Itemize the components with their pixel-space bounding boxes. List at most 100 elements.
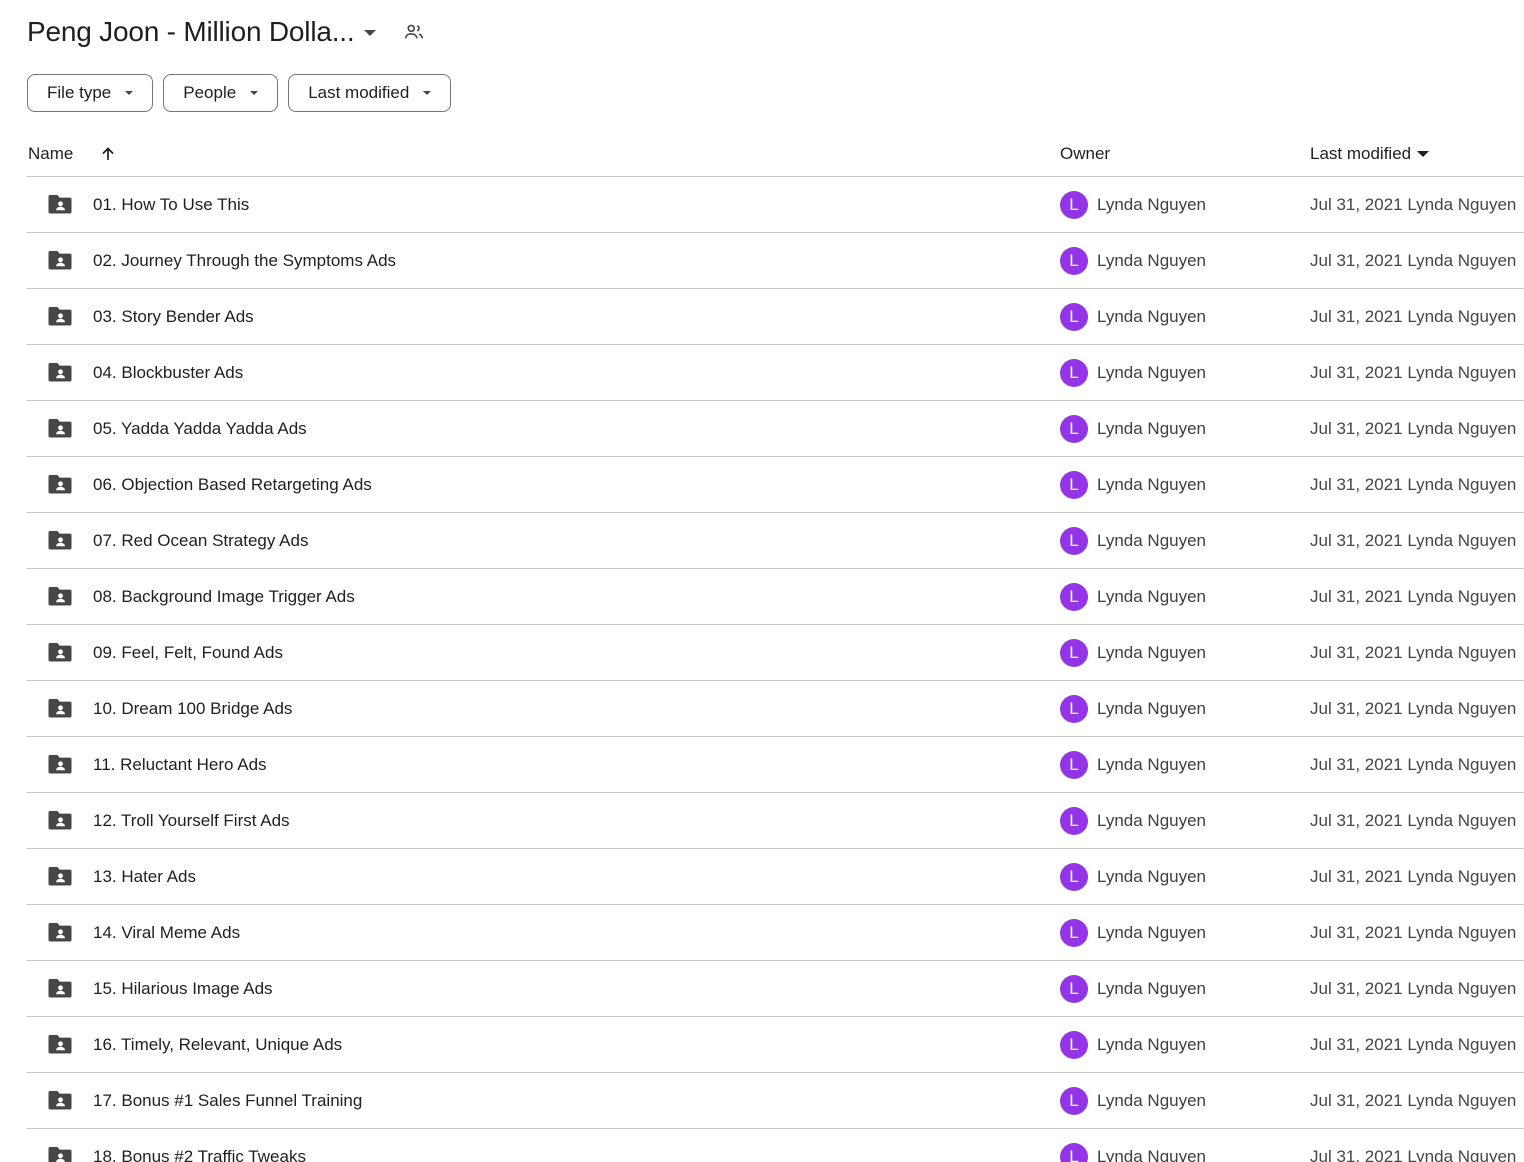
table-row[interactable]: 11. Reluctant Hero Ads L Lynda Nguyen Ju… [27, 737, 1524, 793]
last-modified-cell: Jul 31, 2021 Lynda Nguyen [1310, 474, 1517, 494]
filter-people[interactable]: People [163, 74, 279, 112]
filter-file-type[interactable]: File type [27, 74, 154, 112]
owner-cell: L Lynda Nguyen [1060, 233, 1206, 288]
last-modified-cell: Jul 31, 2021 Lynda Nguyen [1310, 866, 1517, 886]
file-name[interactable]: 07. Red Ocean Strategy Ads [93, 513, 308, 568]
file-name[interactable]: 06. Objection Based Retargeting Ads [93, 457, 372, 512]
owner-cell: L Lynda Nguyen [1060, 849, 1206, 904]
file-name[interactable]: 08. Background Image Trigger Ads [93, 569, 355, 624]
shared-folder-icon [48, 1145, 72, 1162]
owner-cell: L Lynda Nguyen [1060, 1073, 1206, 1128]
owner-cell: L Lynda Nguyen [1060, 513, 1206, 568]
owner-name: Lynda Nguyen [1097, 922, 1207, 942]
table-row[interactable]: 17. Bonus #1 Sales Funnel Training L Lyn… [27, 1073, 1524, 1129]
file-name[interactable]: 13. Hater Ads [93, 849, 196, 904]
file-name[interactable]: 09. Feel, Felt, Found Ads [93, 625, 283, 680]
table-row[interactable]: 03. Story Bender Ads L Lynda Nguyen Jul … [27, 289, 1524, 345]
file-name[interactable]: 15. Hilarious Image Ads [93, 961, 273, 1016]
owner-cell: L Lynda Nguyen [1060, 1129, 1206, 1162]
table-row[interactable]: 15. Hilarious Image Ads L Lynda Nguyen J… [27, 961, 1524, 1017]
shared-folder-icon [48, 977, 72, 999]
file-name[interactable]: 16. Timely, Relevant, Unique Ads [93, 1017, 342, 1072]
table-row[interactable]: 01. How To Use This L Lynda Nguyen Jul 3… [27, 177, 1524, 233]
shared-folder-icon [48, 529, 72, 551]
table-row[interactable]: 08. Background Image Trigger Ads L Lynda… [27, 569, 1524, 625]
shared-folder-icon [48, 249, 72, 271]
filter-chips: File type People Last modified [27, 74, 452, 112]
table-row[interactable]: 05. Yadda Yadda Yadda Ads L Lynda Nguyen… [27, 401, 1524, 457]
people-outline-icon[interactable] [403, 21, 425, 43]
last-modified-cell: Jul 31, 2021 Lynda Nguyen [1310, 362, 1517, 382]
table-row[interactable]: 10. Dream 100 Bridge Ads L Lynda Nguyen … [27, 681, 1524, 737]
shared-folder-icon [48, 585, 72, 607]
last-modified-cell: Jul 31, 2021 Lynda Nguyen [1310, 418, 1517, 438]
arrow-up-icon[interactable] [100, 146, 116, 162]
avatar: L [1060, 526, 1088, 555]
last-modified-cell: Jul 31, 2021 Lynda Nguyen [1310, 530, 1517, 550]
file-name[interactable]: 03. Story Bender Ads [93, 289, 254, 344]
column-header-name[interactable]: Name [28, 132, 116, 176]
owner-name: Lynda Nguyen [1097, 586, 1207, 606]
table-row[interactable]: 06. Objection Based Retargeting Ads L Ly… [27, 457, 1524, 513]
table-row[interactable]: 14. Viral Meme Ads L Lynda Nguyen Jul 31… [27, 905, 1524, 961]
file-name[interactable]: 05. Yadda Yadda Yadda Ads [93, 401, 307, 456]
owner-cell: L Lynda Nguyen [1060, 569, 1206, 624]
filter-last-modified[interactable]: Last modified [288, 74, 452, 112]
owner-name: Lynda Nguyen [1097, 530, 1207, 550]
chevron-down-icon[interactable] [364, 30, 377, 36]
owner-name: Lynda Nguyen [1097, 474, 1207, 494]
avatar: L [1060, 246, 1088, 275]
chevron-down-icon [250, 91, 259, 95]
file-name[interactable]: 14. Viral Meme Ads [93, 905, 240, 960]
last-modified-cell: Jul 31, 2021 Lynda Nguyen [1310, 250, 1517, 270]
last-modified-cell: Jul 31, 2021 Lynda Nguyen [1310, 698, 1517, 718]
owner-cell: L Lynda Nguyen [1060, 1017, 1206, 1072]
avatar: L [1060, 414, 1088, 443]
table-row[interactable]: 16. Timely, Relevant, Unique Ads L Lynda… [27, 1017, 1524, 1073]
shared-folder-icon [48, 921, 72, 943]
avatar: L [1060, 1030, 1088, 1059]
shared-folder-icon [48, 641, 72, 663]
file-name[interactable]: 17. Bonus #1 Sales Funnel Training [93, 1073, 362, 1128]
table-row[interactable]: 07. Red Ocean Strategy Ads L Lynda Nguye… [27, 513, 1524, 569]
table-row[interactable]: 04. Blockbuster Ads L Lynda Nguyen Jul 3… [27, 345, 1524, 401]
shared-folder-icon [48, 361, 72, 383]
file-name[interactable]: 10. Dream 100 Bridge Ads [93, 681, 292, 736]
file-name[interactable]: 02. Journey Through the Symptoms Ads [93, 233, 396, 288]
last-modified-cell: Jul 31, 2021 Lynda Nguyen [1310, 922, 1517, 942]
column-modified-label: Last modified [1310, 144, 1412, 163]
column-header-last-modified[interactable]: Last modified [1310, 132, 1430, 176]
shared-folder-icon [48, 809, 72, 831]
file-name[interactable]: 18. Bonus #2 Traffic Tweaks [93, 1129, 306, 1162]
shared-folder-icon [48, 193, 72, 215]
folder-title[interactable]: Peng Joon - Million Dolla... [27, 16, 355, 48]
avatar: L [1060, 1086, 1088, 1115]
table-row[interactable]: 02. Journey Through the Symptoms Ads L L… [27, 233, 1524, 289]
owner-cell: L Lynda Nguyen [1060, 961, 1206, 1016]
chevron-down-icon [423, 91, 432, 95]
owner-cell: L Lynda Nguyen [1060, 737, 1206, 792]
last-modified-cell: Jul 31, 2021 Lynda Nguyen [1310, 754, 1517, 774]
filter-label: People [183, 83, 237, 102]
caret-down-icon [1417, 151, 1430, 157]
table-row[interactable]: 09. Feel, Felt, Found Ads L Lynda Nguyen… [27, 625, 1524, 681]
owner-cell: L Lynda Nguyen [1060, 401, 1206, 456]
file-name[interactable]: 12. Troll Yourself First Ads [93, 793, 290, 848]
avatar: L [1060, 694, 1088, 723]
file-name[interactable]: 01. How To Use This [93, 177, 249, 232]
avatar: L [1060, 470, 1088, 499]
avatar: L [1060, 302, 1088, 331]
owner-name: Lynda Nguyen [1097, 1090, 1207, 1110]
last-modified-cell: Jul 31, 2021 Lynda Nguyen [1310, 1146, 1517, 1162]
column-name-label: Name [28, 144, 74, 163]
shared-folder-icon [48, 753, 72, 775]
file-name[interactable]: 11. Reluctant Hero Ads [93, 737, 267, 792]
owner-cell: L Lynda Nguyen [1060, 457, 1206, 512]
file-name[interactable]: 04. Blockbuster Ads [93, 345, 243, 400]
column-owner-label: Owner [1060, 144, 1111, 163]
table-row[interactable]: 18. Bonus #2 Traffic Tweaks L Lynda Nguy… [27, 1129, 1524, 1162]
shared-folder-icon [48, 1033, 72, 1055]
last-modified-cell: Jul 31, 2021 Lynda Nguyen [1310, 810, 1517, 830]
table-row[interactable]: 12. Troll Yourself First Ads L Lynda Ngu… [27, 793, 1524, 849]
table-row[interactable]: 13. Hater Ads L Lynda Nguyen Jul 31, 202… [27, 849, 1524, 905]
